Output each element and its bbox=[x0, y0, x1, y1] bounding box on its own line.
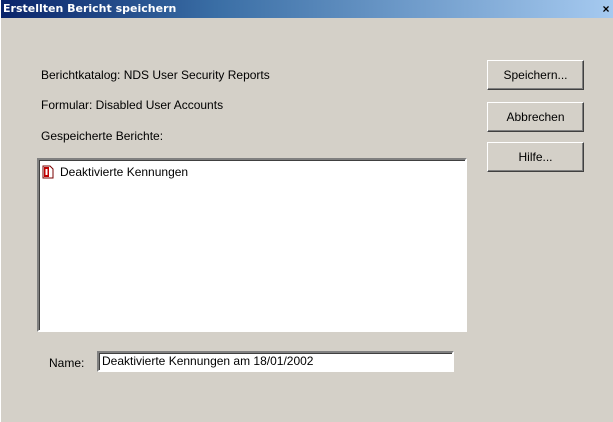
title-bar[interactable]: Erstellten Bericht speichern × bbox=[1, 0, 613, 18]
list-item[interactable]: Deaktivierte Kennungen bbox=[42, 164, 188, 180]
report-catalog-text: Berichtkatalog: NDS User Security Report… bbox=[41, 68, 270, 82]
saved-reports-list[interactable]: Deaktivierte Kennungen bbox=[37, 158, 467, 332]
window-title: Erstellten Bericht speichern bbox=[3, 2, 177, 15]
close-icon[interactable]: × bbox=[598, 1, 613, 17]
help-button[interactable]: Hilfe... bbox=[487, 142, 584, 172]
list-item-label: Deaktivierte Kennungen bbox=[60, 165, 189, 179]
cancel-button[interactable]: Abbrechen bbox=[487, 102, 584, 132]
name-input[interactable]: Deaktivierte Kennungen am 18/01/2002 bbox=[97, 351, 454, 372]
form-text: Formular: Disabled User Accounts bbox=[41, 98, 224, 112]
saved-reports-label: Gespeicherte Berichte: bbox=[41, 129, 164, 143]
name-label: Name: bbox=[49, 356, 85, 370]
save-report-dialog: Erstellten Bericht speichern × Berichtka… bbox=[0, 0, 613, 422]
report-document-icon bbox=[42, 165, 54, 179]
save-button[interactable]: Speichern... bbox=[487, 60, 584, 90]
